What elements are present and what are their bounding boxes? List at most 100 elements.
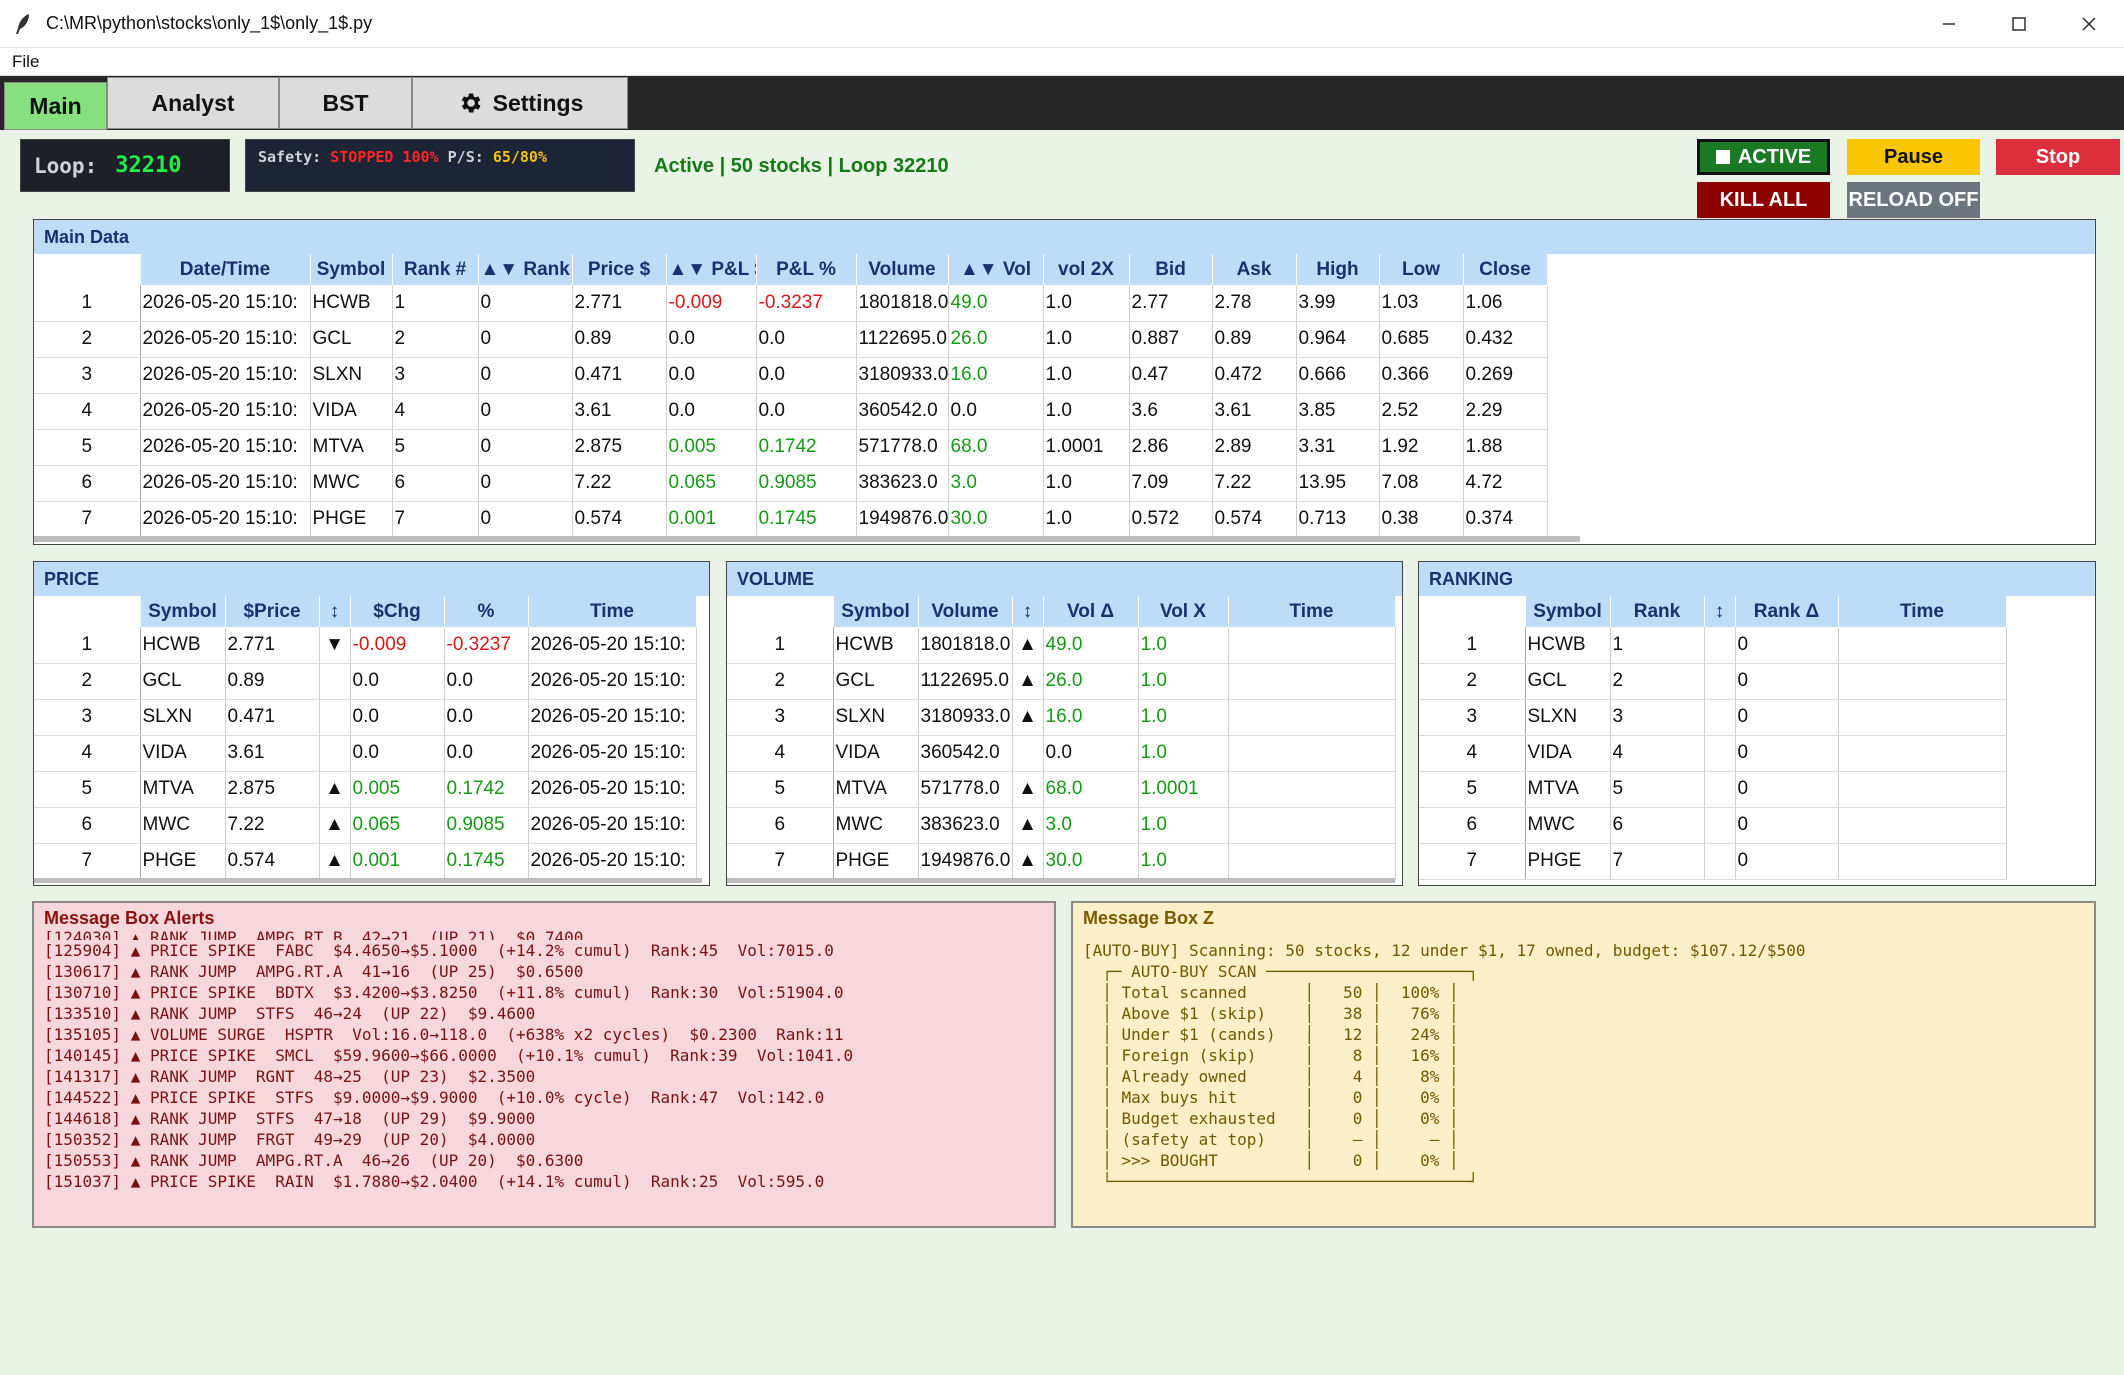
table-cell: 2026-05-20 15:10: — [140, 393, 311, 430]
table-row[interactable]: 4 VIDA 4 0 — [1419, 735, 2007, 772]
column-header[interactable]: P&L % — [756, 254, 857, 285]
table-cell: 2.77 — [1129, 285, 1213, 322]
main-data-table[interactable]: Date/Time Symbol Rank # ▲▼ Rank Price $ ▲▼ P&… — [34, 254, 1548, 538]
column-header[interactable]: Volume — [856, 254, 949, 285]
kill-all-button[interactable]: KILL ALL — [1697, 182, 1830, 218]
table-row[interactable]: 4 VIDA 360542.0 0.0 1.0 — [727, 735, 1396, 772]
column-header[interactable]: Vol Δ — [1043, 596, 1139, 627]
column-header[interactable]: Price $ — [572, 254, 667, 285]
column-header[interactable]: Volume — [918, 596, 1013, 627]
table-cell: 0.001 — [350, 843, 445, 880]
table-row[interactable]: 6 2026-05-20 15:10: MWC 6 0 7.22 0.065 0.9085 38… — [34, 465, 1548, 502]
table-cell: 3 — [392, 357, 479, 394]
volume-hscrollbar[interactable] — [727, 878, 1395, 883]
table-row[interactable]: 7 PHGE 0.574 ▲ 0.001 0.1745 2026-05-20 15:10: — [34, 843, 697, 880]
table-cell: 360542.0 — [918, 735, 1013, 772]
table-row[interactable]: 2 GCL 1122695.0 ▲ 26.0 1.0 — [727, 663, 1396, 700]
table-row[interactable]: 3 2026-05-20 15:10: SLXN 3 0 0.471 0.0 0.0 31809… — [34, 357, 1548, 394]
table-cell: 0.005 — [350, 771, 445, 808]
column-header[interactable]: $Price — [225, 596, 320, 627]
table-cell: 0.0 — [350, 663, 445, 700]
table-row[interactable]: 7 PHGE 1949876.0 ▲ 30.0 1.0 — [727, 843, 1396, 880]
table-row[interactable]: 2 GCL 0.89 0.0 0.0 2026-05-20 15:10: — [34, 663, 697, 700]
column-header[interactable]: Ask — [1212, 254, 1297, 285]
table-row[interactable]: 1 2026-05-20 15:10: HCWB 1 0 2.771 -0.009 -0.32… — [34, 285, 1548, 322]
column-header[interactable]: Symbol — [1525, 596, 1611, 627]
column-header[interactable]: Rank # — [392, 254, 479, 285]
column-header[interactable]: Date/Time — [140, 254, 311, 285]
column-header[interactable]: Time — [1228, 596, 1396, 627]
table-row[interactable]: 3 SLXN 0.471 0.0 0.0 2026-05-20 15:10: — [34, 699, 697, 736]
log-line: [141317] ▲ RANK JUMP RGNT 48→25 (UP 23) … — [44, 1067, 536, 1086]
column-header[interactable]: Time — [1838, 596, 2007, 627]
table-row[interactable]: 1 HCWB 2.771 ▼ -0.009 -0.3237 2026-05-20 15:10… — [34, 627, 697, 664]
column-header[interactable]: ↕ — [1012, 596, 1044, 627]
column-header[interactable]: Rank Δ — [1735, 596, 1839, 627]
active-label: ACTIVE — [1737, 145, 1812, 168]
table-cell: 2.89 — [1212, 429, 1297, 466]
table-cell — [1838, 771, 2007, 808]
column-header[interactable]: $Chg — [350, 596, 445, 627]
tab-analyst[interactable]: Analyst — [107, 77, 279, 129]
pause-button[interactable]: Pause — [1847, 139, 1980, 175]
maximize-button[interactable] — [1984, 0, 2054, 48]
main-data-hscrollbar[interactable] — [34, 536, 1580, 542]
table-row[interactable]: 5 MTVA 571778.0 ▲ 68.0 1.0001 — [727, 771, 1396, 808]
table-row[interactable]: 2 2026-05-20 15:10: GCL 2 0 0.89 0.0 0.0 1122695… — [34, 321, 1548, 358]
table-cell: PHGE — [833, 843, 919, 880]
table-row[interactable]: 1 HCWB 1 0 — [1419, 627, 2007, 664]
ranking-table[interactable]: Symbol Rank ↕ Rank Δ Time 1 HCWB 1 0 2 GCL 2 0 3 SLXN 3… — [1419, 596, 2007, 880]
column-header[interactable]: ↕ — [319, 596, 351, 627]
table-row[interactable]: 1 HCWB 1801818.0 ▲ 49.0 1.0 — [727, 627, 1396, 664]
column-header[interactable]: Vol X — [1138, 596, 1229, 627]
column-header[interactable]: ▲▼ Vol — [948, 254, 1044, 285]
message-box-z[interactable]: Message Box Z [AUTO-BUY] Scanning: 50 st… — [1071, 901, 2096, 1228]
close-window-button[interactable] — [2054, 0, 2124, 48]
table-row[interactable]: 5 MTVA 5 0 — [1419, 771, 2007, 808]
column-header[interactable]: Symbol — [140, 596, 226, 627]
stop-button[interactable]: Stop — [1996, 139, 2120, 175]
table-row[interactable]: 6 MWC 6 0 — [1419, 807, 2007, 844]
column-header[interactable]: Rank — [1610, 596, 1705, 627]
column-header[interactable]: Symbol — [833, 596, 919, 627]
table-cell: 0 — [1735, 663, 1839, 700]
reload-toggle-button[interactable]: RELOAD OFF — [1847, 182, 1980, 218]
table-row[interactable]: 6 MWC 7.22 ▲ 0.065 0.9085 2026-05-20 15:10: — [34, 807, 697, 844]
table-row[interactable]: 3 SLXN 3 0 — [1419, 699, 2007, 736]
tab-main[interactable]: Main — [4, 82, 107, 130]
table-row[interactable]: 2 GCL 2 0 — [1419, 663, 2007, 700]
column-header[interactable]: Bid — [1129, 254, 1213, 285]
status-summary: Active | 50 stocks | Loop 32210 — [654, 155, 949, 177]
table-row[interactable]: 5 2026-05-20 15:10: MTVA 5 0 2.875 0.005 0.1742… — [34, 429, 1548, 466]
column-header[interactable]: ▲▼ P&L $ — [666, 254, 757, 285]
column-header[interactable]: vol 2X — [1043, 254, 1130, 285]
price-table[interactable]: Symbol $Price ↕ $Chg% Time 1 HCWB 2.771 ▼ -0.009-… — [34, 596, 697, 880]
tab-bst[interactable]: BST — [279, 77, 412, 129]
column-header[interactable]: Low — [1379, 254, 1464, 285]
table-row[interactable]: 4 2026-05-20 15:10: VIDA 4 0 3.61 0.0 0.0 360542… — [34, 393, 1548, 430]
price-hscrollbar[interactable] — [34, 878, 702, 883]
tab-settings[interactable]: Settings — [412, 77, 628, 129]
column-header[interactable]: % — [444, 596, 529, 627]
table-row[interactable]: 4 VIDA 3.61 0.0 0.0 2026-05-20 15:10: — [34, 735, 697, 772]
minimize-button[interactable] — [1914, 0, 1984, 48]
table-cell — [1228, 699, 1396, 736]
table-row[interactable]: 7 PHGE 7 0 — [1419, 843, 2007, 880]
menu-file[interactable]: File — [0, 48, 51, 76]
table-cell: MTVA — [1525, 771, 1611, 808]
table-row[interactable]: 3 SLXN 3180933.0 ▲ 16.0 1.0 — [727, 699, 1396, 736]
column-header[interactable]: High — [1296, 254, 1380, 285]
table-row[interactable]: 7 2026-05-20 15:10: PHGE 7 0 0.574 0.001 0.1745… — [34, 501, 1548, 538]
column-header[interactable]: Time — [528, 596, 697, 627]
table-row[interactable]: 5 MTVA 2.875 ▲ 0.005 0.1742 2026-05-20 15:10: — [34, 771, 697, 808]
column-header[interactable]: ↕ — [1704, 596, 1736, 627]
alerts-message-box[interactable]: Message Box Alerts [124030] ▲ RANK JUMP … — [32, 901, 1056, 1228]
column-header[interactable]: ▲▼ Rank — [478, 254, 573, 285]
column-header[interactable]: Symbol — [310, 254, 393, 285]
table-cell: PHGE — [1525, 843, 1611, 880]
volume-table[interactable]: Symbol Volume ↕ Vol Δ Vol X Time 1 HCWB 1801818.… — [727, 596, 1396, 880]
table-row[interactable]: 6 MWC 383623.0 ▲ 3.0 1.0 — [727, 807, 1396, 844]
active-button[interactable]: ACTIVE — [1697, 139, 1830, 175]
row-index: 5 — [727, 771, 834, 808]
column-header[interactable]: Close — [1463, 254, 1548, 285]
